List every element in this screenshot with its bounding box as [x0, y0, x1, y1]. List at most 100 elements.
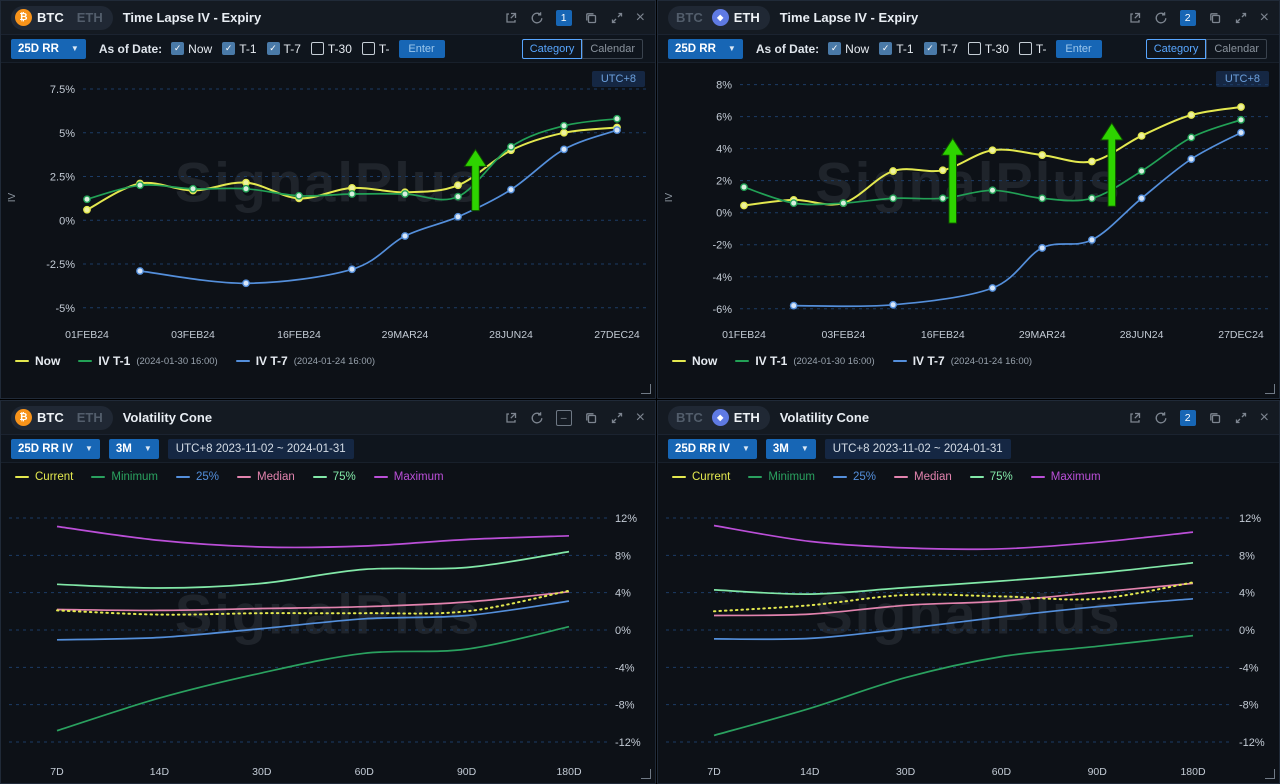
checkbox-unchecked-icon[interactable]: [968, 42, 981, 55]
legend-item-75[interactable]: 75%: [970, 471, 1013, 483]
period-dropdown[interactable]: 3M ▼: [109, 439, 159, 459]
calendar-view-button[interactable]: Calendar: [582, 39, 643, 59]
window-number-badge[interactable]: 2: [1180, 10, 1196, 26]
checkbox-unchecked-icon[interactable]: [311, 42, 324, 55]
checkbox-checked-icon[interactable]: ✓: [171, 42, 184, 55]
legend-item-75[interactable]: 75%: [313, 471, 356, 483]
expand-icon[interactable]: [1234, 11, 1248, 25]
legend-item-current[interactable]: Current: [672, 471, 730, 483]
chevron-down-icon: ▼: [728, 44, 736, 53]
date-enter-input[interactable]: Enter: [399, 40, 445, 58]
external-link-icon[interactable]: [1128, 11, 1142, 25]
refresh-icon[interactable]: [530, 411, 544, 425]
coin-tab-btc[interactable]: BTC: [672, 410, 703, 425]
as-of-checkbox-t[interactable]: T-: [1019, 42, 1047, 56]
coin-tab-btc[interactable]: BTC: [672, 10, 703, 25]
expand-icon[interactable]: [1234, 411, 1248, 425]
metric-dropdown[interactable]: 25D RR IV ▼: [11, 439, 100, 459]
close-icon[interactable]: ×: [636, 10, 645, 26]
legend-item-25[interactable]: 25%: [833, 471, 876, 483]
duplicate-icon[interactable]: [1208, 411, 1222, 425]
metric-dropdown[interactable]: 25D RR IV ▼: [668, 439, 757, 459]
svg-text:03FEB24: 03FEB24: [171, 329, 215, 341]
refresh-icon[interactable]: [1154, 411, 1168, 425]
duplicate-icon[interactable]: [1208, 11, 1222, 25]
coin-tab-eth[interactable]: ETH: [73, 10, 103, 25]
period-dropdown[interactable]: 3M ▼: [766, 439, 816, 459]
calendar-view-button[interactable]: Calendar: [1206, 39, 1267, 59]
expand-icon[interactable]: [610, 411, 624, 425]
svg-text:180D: 180D: [1180, 766, 1206, 778]
coin-tab-eth[interactable]: ◆ ETH: [712, 9, 760, 26]
as-of-checkbox-t-1[interactable]: ✓T-1: [879, 42, 913, 56]
coin-toggle[interactable]: BTC ◆ ETH: [668, 6, 770, 30]
external-link-icon[interactable]: [1128, 411, 1142, 425]
legend-item-minimum[interactable]: Minimum: [748, 471, 815, 483]
expand-icon[interactable]: [610, 11, 624, 25]
close-icon[interactable]: ×: [1260, 410, 1269, 426]
coin-toggle[interactable]: ₿ BTC ETH: [11, 6, 113, 30]
refresh-icon[interactable]: [1154, 11, 1168, 25]
legend-item-median[interactable]: Median: [894, 471, 952, 483]
svg-text:2.5%: 2.5%: [50, 172, 75, 184]
resize-handle[interactable]: [1265, 384, 1275, 394]
checkbox-unchecked-icon[interactable]: [362, 42, 375, 55]
coin-label-btc: BTC: [37, 410, 64, 425]
legend-item-maximum[interactable]: Maximum: [374, 471, 444, 483]
close-icon[interactable]: ×: [636, 410, 645, 426]
metric-dropdown[interactable]: 25D RR ▼: [668, 39, 743, 59]
legend-item-now[interactable]: Now: [15, 354, 60, 368]
category-view-button[interactable]: Category: [522, 39, 583, 59]
window-number-badge[interactable]: –: [556, 410, 572, 426]
close-icon[interactable]: ×: [1260, 10, 1269, 26]
duplicate-icon[interactable]: [584, 411, 598, 425]
legend-item-now[interactable]: Now: [672, 354, 717, 368]
metric-dropdown[interactable]: 25D RR ▼: [11, 39, 86, 59]
legend-item-iv-t-1[interactable]: IV T-1(2024-01-30 16:00): [735, 354, 874, 368]
window-number-badge[interactable]: 1: [556, 10, 572, 26]
checkbox-checked-icon[interactable]: ✓: [222, 42, 235, 55]
date-enter-input[interactable]: Enter: [1056, 40, 1102, 58]
checkbox-checked-icon[interactable]: ✓: [924, 42, 937, 55]
checkbox-checked-icon[interactable]: ✓: [267, 42, 280, 55]
as-of-checkbox-t-30[interactable]: T-30: [968, 42, 1009, 56]
refresh-icon[interactable]: [530, 11, 544, 25]
window-number-badge[interactable]: 2: [1180, 410, 1196, 426]
legend-item-iv-t-7[interactable]: IV T-7(2024-01-24 16:00): [893, 354, 1032, 368]
legend-label: Minimum: [111, 471, 158, 483]
dashboard-grid: ₿ BTC ETH Time Lapse IV - Expiry 1 × 25D…: [0, 0, 1280, 784]
coin-toggle[interactable]: BTC ◆ ETH: [668, 406, 770, 430]
svg-text:30D: 30D: [252, 766, 272, 778]
legend-item-median[interactable]: Median: [237, 471, 295, 483]
category-view-button[interactable]: Category: [1146, 39, 1207, 59]
legend-item-minimum[interactable]: Minimum: [91, 471, 158, 483]
resize-handle[interactable]: [1265, 769, 1275, 779]
external-link-icon[interactable]: [504, 411, 518, 425]
as-of-checkbox-t-30[interactable]: T-30: [311, 42, 352, 56]
checkbox-checked-icon[interactable]: ✓: [879, 42, 892, 55]
checkbox-checked-icon[interactable]: ✓: [828, 42, 841, 55]
checkbox-unchecked-icon[interactable]: [1019, 42, 1032, 55]
resize-handle[interactable]: [641, 769, 651, 779]
coin-tab-btc[interactable]: ₿ BTC: [15, 9, 64, 26]
coin-toggle[interactable]: ₿ BTC ETH: [11, 406, 113, 430]
legend-item-iv-t-7[interactable]: IV T-7(2024-01-24 16:00): [236, 354, 375, 368]
duplicate-icon[interactable]: [584, 11, 598, 25]
resize-handle[interactable]: [641, 384, 651, 394]
legend-item-current[interactable]: Current: [15, 471, 73, 483]
legend-item-iv-t-1[interactable]: IV T-1(2024-01-30 16:00): [78, 354, 217, 368]
as-of-checkbox-now[interactable]: ✓Now: [828, 42, 869, 56]
coin-tab-eth[interactable]: ETH: [73, 410, 103, 425]
coin-tab-btc[interactable]: ₿ BTC: [15, 409, 64, 426]
legend-item-25[interactable]: 25%: [176, 471, 219, 483]
coin-tab-eth[interactable]: ◆ ETH: [712, 409, 760, 426]
as-of-checkbox-t-7[interactable]: ✓T-7: [267, 42, 301, 56]
legend-item-maximum[interactable]: Maximum: [1031, 471, 1101, 483]
as-of-checkbox-t[interactable]: T-: [362, 42, 390, 56]
as-of-checkbox-t-1[interactable]: ✓T-1: [222, 42, 256, 56]
svg-text:28JUN24: 28JUN24: [1120, 329, 1164, 341]
external-link-icon[interactable]: [504, 11, 518, 25]
coin-label-eth: ETH: [734, 10, 760, 25]
as-of-checkbox-now[interactable]: ✓Now: [171, 42, 212, 56]
as-of-checkbox-t-7[interactable]: ✓T-7: [924, 42, 958, 56]
